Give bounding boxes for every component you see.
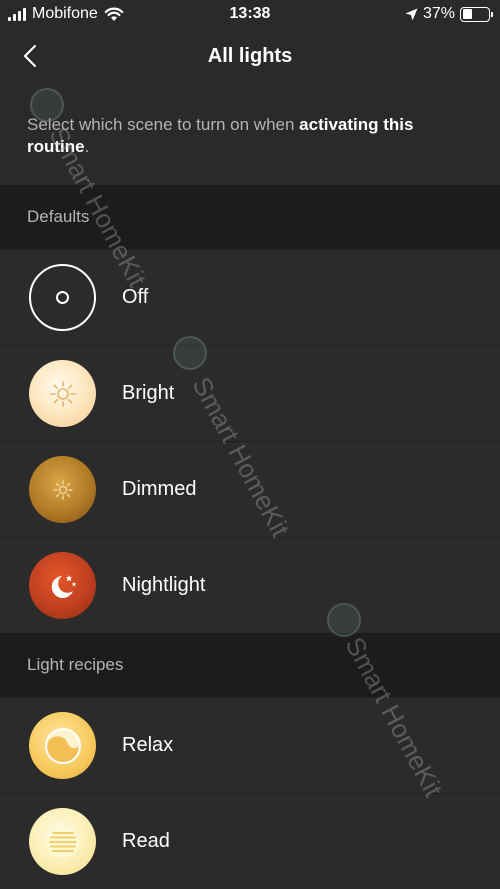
nav-bar: All lights [0, 28, 500, 86]
off-icon [29, 264, 96, 331]
sun-dim-icon [29, 456, 96, 523]
scene-label: Read [122, 829, 170, 852]
scene-row-off[interactable]: Off [0, 249, 500, 344]
scene-row-read[interactable]: Read [0, 793, 500, 888]
intro-prefix: Select which scene to turn on when [27, 115, 300, 134]
scene-row-dimmed[interactable]: Dimmed [0, 441, 500, 536]
battery-percent: 37% [422, 5, 455, 22]
intro-suffix: . [84, 137, 90, 156]
scene-label: Off [122, 285, 149, 308]
status-right: 37% [405, 5, 493, 23]
intro-text: Select which scene to turn on when activ… [0, 86, 500, 185]
read-lines-icon [29, 808, 96, 875]
moon-stars-icon [29, 552, 96, 619]
section-header-label: Defaults [27, 207, 90, 226]
section-header-recipes: Light recipes [0, 633, 500, 697]
scene-row-nightlight[interactable]: Nightlight [0, 537, 500, 632]
section-header-label: Light recipes [27, 655, 124, 674]
scene-label: Dimmed [122, 477, 197, 500]
scene-row-relax[interactable]: Relax [0, 697, 500, 792]
location-arrow-icon [405, 8, 418, 20]
status-bar: Mobifone 13:38 37% [0, 0, 500, 28]
scene-label: Nightlight [122, 573, 206, 596]
scene-label: Bright [122, 381, 175, 404]
sun-bright-icon [29, 360, 96, 427]
scene-row-bright[interactable]: Bright [0, 345, 500, 440]
scene-label: Relax [122, 733, 174, 756]
relax-icon [29, 712, 96, 779]
battery-icon [460, 6, 493, 22]
page-title: All lights [207, 45, 293, 67]
section-header-defaults: Defaults [0, 185, 500, 249]
